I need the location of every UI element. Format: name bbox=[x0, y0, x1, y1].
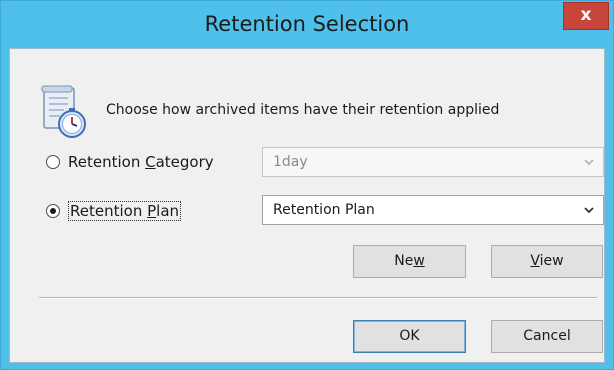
chevron-down-icon bbox=[584, 207, 594, 214]
retention-selection-dialog: Retention Selection x Choose how archive… bbox=[0, 0, 614, 370]
chevron-down-icon bbox=[584, 159, 594, 166]
instruction-text: Choose how archived items have their ret… bbox=[106, 102, 500, 118]
close-button[interactable]: x bbox=[563, 2, 609, 30]
radio-checked[interactable] bbox=[46, 204, 60, 218]
view-button[interactable]: View bbox=[491, 245, 603, 278]
retention-plan-combo[interactable]: Retention Plan bbox=[262, 195, 604, 225]
retention-category-radio[interactable]: Retention Category bbox=[46, 153, 214, 171]
dialog-title: Retention Selection bbox=[204, 12, 410, 36]
radio-unchecked[interactable] bbox=[46, 155, 60, 169]
retention-plan-value: Retention Plan bbox=[273, 202, 375, 218]
retention-plan-radio[interactable]: Retention Plan bbox=[46, 201, 182, 221]
retention-category-value: 1day bbox=[273, 154, 308, 170]
separator-line bbox=[39, 297, 597, 299]
title-bar[interactable]: Retention Selection x bbox=[1, 1, 613, 48]
new-button[interactable]: New bbox=[353, 245, 466, 278]
cancel-button[interactable]: Cancel bbox=[491, 320, 603, 353]
ok-button[interactable]: OK bbox=[353, 320, 466, 353]
retention-plan-label: Retention Plan bbox=[68, 201, 182, 221]
retention-category-label: Retention Category bbox=[68, 153, 214, 171]
retention-category-combo[interactable]: 1day bbox=[262, 147, 604, 177]
retention-calendar-clock-icon bbox=[41, 85, 86, 138]
close-icon: x bbox=[580, 5, 592, 25]
dialog-body: Choose how archived items have their ret… bbox=[9, 48, 605, 363]
